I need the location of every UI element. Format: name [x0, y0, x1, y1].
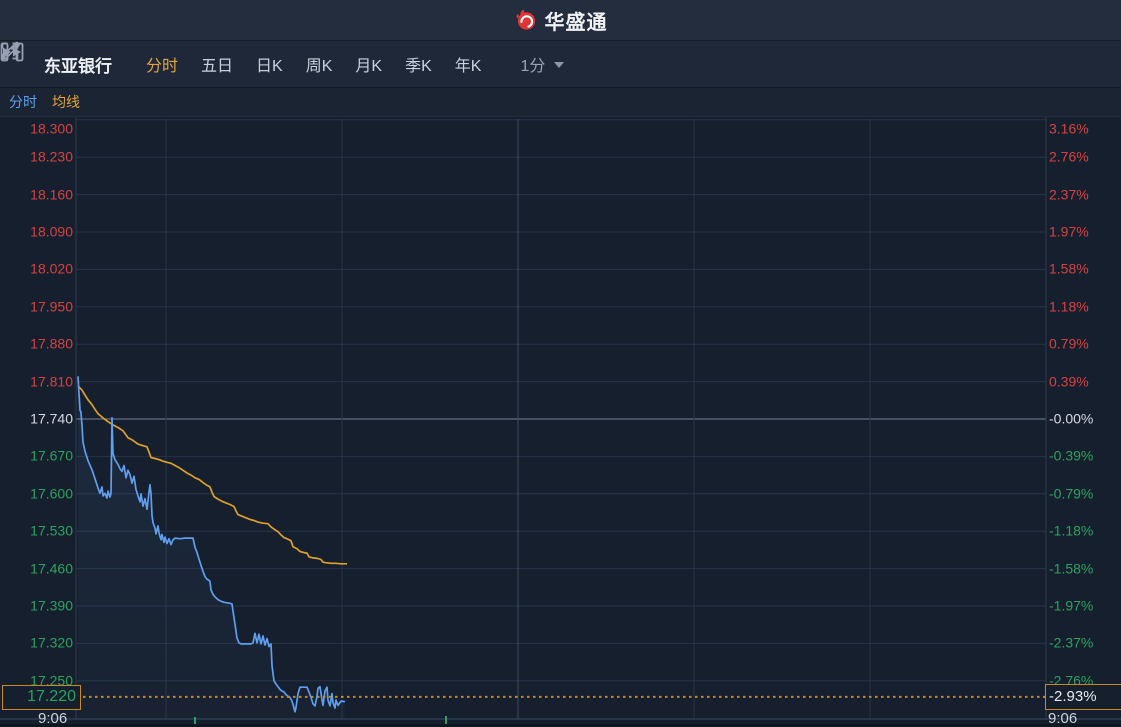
price-axis-label: 17.460 — [30, 560, 73, 577]
percent-axis-label: -1.58% — [1049, 560, 1094, 577]
percent-axis-label: 2.76% — [1049, 148, 1089, 165]
percent-axis-label: -0.39% — [1049, 447, 1094, 464]
period-tabs: 分时 五日 日K 周K 月K 季K 年K — [144, 48, 502, 80]
price-axis-label: 17.320 — [30, 634, 73, 651]
chart-canvas[interactable] — [0, 116, 1121, 724]
price-axis-label: 17.600 — [30, 485, 73, 502]
chevron-down-icon — [554, 62, 565, 68]
tab-yearly-k[interactable]: 年K — [453, 48, 484, 80]
percent-axis-label: 2.37% — [1049, 186, 1089, 203]
percent-axis-label: 1.97% — [1049, 223, 1089, 240]
app-title: 华盛通 — [544, 11, 608, 34]
percent-axis-label: 3.16% — [1049, 120, 1089, 137]
price-axis-label: 18.090 — [30, 223, 73, 240]
price-axis-label: 18.020 — [30, 260, 73, 277]
percent-axis-label: 0.39% — [1049, 373, 1089, 390]
tab-weekly-k[interactable]: 周K — [304, 48, 335, 80]
volume-bar-tip — [194, 717, 196, 724]
tab-five-day[interactable]: 五日 — [199, 48, 235, 80]
current-change-badge: -2.93% — [1045, 683, 1121, 710]
price-axis-label: 17.880 — [30, 335, 73, 352]
percent-axis-label: 1.58% — [1049, 260, 1089, 277]
draw-tool-button[interactable] — [2, 41, 1031, 75]
percent-axis-label: -2.37% — [1049, 634, 1094, 651]
interval-dropdown[interactable]: 1分 — [520, 52, 565, 76]
percent-axis-label: -0.79% — [1049, 485, 1094, 502]
tab-minute[interactable]: 分时 — [144, 48, 180, 80]
tab-monthly-k[interactable]: 月K — [353, 48, 384, 80]
price-axis-label: 17.950 — [30, 298, 73, 315]
tab-daily-k[interactable]: 日K — [254, 48, 285, 80]
stock-name: 东亚银行 — [44, 56, 112, 76]
price-axis-label: 18.300 — [30, 120, 73, 137]
tab-quarterly-k[interactable]: 季K — [403, 48, 434, 80]
open-right-panel-button[interactable] — [3, 42, 1109, 75]
nav-right-tools — [1, 41, 1109, 75]
open-right-panel-icon — [3, 42, 24, 62]
percent-axis-label: -0.00% — [1049, 410, 1094, 427]
percent-axis-label: 0.79% — [1049, 335, 1089, 352]
legend-tab-average-line[interactable]: 均线 — [52, 92, 80, 112]
percent-axis-label: -1.18% — [1049, 522, 1094, 539]
price-axis-label: 17.740 — [30, 410, 73, 427]
overlay-legend-bar: 分时 均线 — [0, 88, 1121, 116]
volume-bar-tip — [445, 716, 447, 724]
price-axis-label: 18.230 — [30, 148, 73, 165]
current-price-badge: 17.220 — [2, 684, 81, 710]
percent-axis-label: 1.18% — [1049, 298, 1089, 315]
price-axis-label: 17.670 — [30, 447, 73, 464]
fullscreen-button[interactable] — [1, 42, 1070, 75]
percent-axis-label: -1.97% — [1049, 597, 1094, 614]
price-axis-label: 17.530 — [30, 522, 73, 539]
legend-tab-minute-line[interactable]: 分时 — [9, 92, 37, 112]
title-bar: 华盛通 — [0, 0, 1121, 41]
interval-dropdown-value: 1分 — [520, 58, 546, 75]
price-axis-label: 17.810 — [30, 373, 73, 390]
price-axis-label: 18.160 — [30, 186, 73, 203]
current-change-value: -2.93% — [1049, 688, 1097, 706]
stock-chart-app: { "header": { "app_title": "华盛通" }, "nav… — [0, 0, 1121, 727]
price-axis-label: 17.390 — [30, 597, 73, 614]
time-axis-label-right: 9:06 — [1048, 710, 1078, 727]
chart-area[interactable]: 18.300 3.16% 18.230 2.76% 18.160 2.37% 18.090 1… — [0, 116, 1121, 727]
app-logo-flame-icon — [516, 9, 535, 30]
time-axis-label-left: 9:06 — [38, 710, 68, 727]
current-price-value: 17.220 — [27, 688, 76, 706]
chart-nav-bar: 东亚银行 分时 五日 日K 周K 月K 季K 年K 1分 — [0, 41, 1121, 88]
